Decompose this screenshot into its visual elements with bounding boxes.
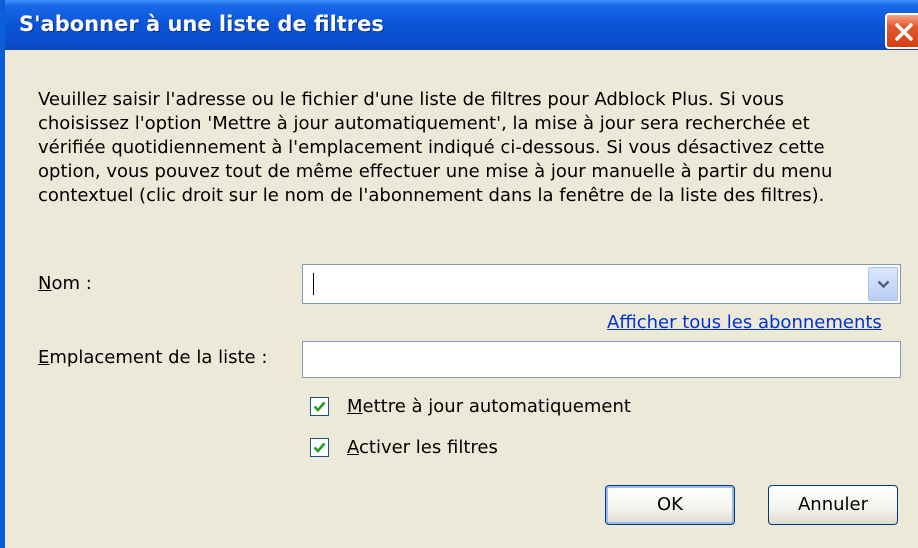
chevron-down-icon xyxy=(877,280,890,289)
description-line: vérifiée quotidiennement à l'emplacement… xyxy=(38,137,825,158)
enable-filters-accelerator: A xyxy=(347,437,359,458)
name-combobox[interactable] xyxy=(302,264,901,304)
title-bar[interactable]: S'abonner à une liste de filtres xyxy=(5,0,918,50)
description-line: contextuel (clic droit sur le nom de l'a… xyxy=(38,185,825,206)
window-title: S'abonner à une liste de filtres xyxy=(19,12,384,36)
cancel-button[interactable]: Annuler xyxy=(768,485,898,525)
name-label-text: om : xyxy=(51,273,92,294)
enable-filters-label[interactable]: Activer les filtres xyxy=(347,437,498,458)
description-line: option, vous pouvez tout de même effectu… xyxy=(38,161,833,182)
name-label: Nom : xyxy=(38,273,92,294)
ok-button[interactable]: OK xyxy=(605,485,735,525)
name-label-accelerator: N xyxy=(38,273,52,294)
location-input[interactable] xyxy=(302,341,901,378)
enable-filters-text: ctiver les filtres xyxy=(359,437,498,458)
auto-update-label[interactable]: Mettre à jour automatiquement xyxy=(347,396,631,417)
checkmark-icon xyxy=(313,442,326,453)
close-icon xyxy=(895,23,913,41)
enable-filters-checkbox[interactable] xyxy=(310,438,329,457)
name-dropdown-button[interactable] xyxy=(868,267,898,301)
location-label-accelerator: E xyxy=(38,347,50,368)
auto-update-accelerator: M xyxy=(347,396,363,417)
checkmark-icon xyxy=(313,401,326,412)
text-caret xyxy=(313,273,314,295)
subscribe-dialog: S'abonner à une liste de filtres Veuille… xyxy=(0,0,918,548)
description-line: Veuillez saisir l'adresse ou le fichier … xyxy=(38,89,784,110)
show-all-subscriptions-link[interactable]: Afficher tous les abonnements xyxy=(607,312,882,333)
location-label-text: mplacement de la liste : xyxy=(49,347,268,368)
location-label: Emplacement de la liste : xyxy=(38,347,267,368)
description-line: choisissez l'option 'Mettre à jour autom… xyxy=(38,113,810,134)
auto-update-text: ettre à jour automatiquement xyxy=(362,396,631,417)
description-text: Veuillez saisir l'adresse ou le fichier … xyxy=(38,88,908,208)
close-button[interactable] xyxy=(885,13,918,49)
auto-update-checkbox[interactable] xyxy=(310,397,329,416)
